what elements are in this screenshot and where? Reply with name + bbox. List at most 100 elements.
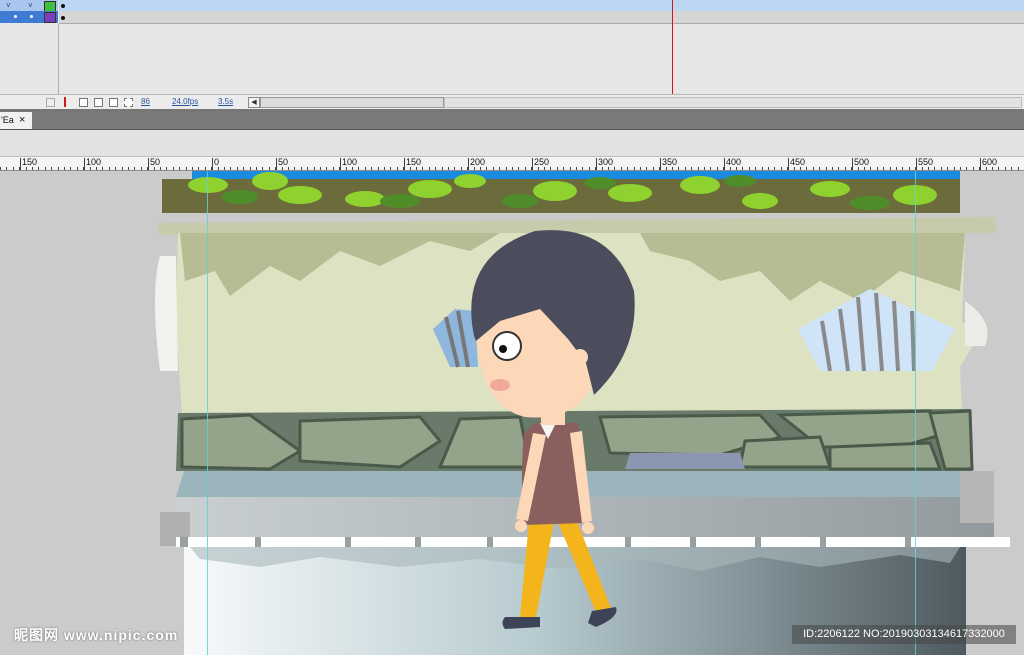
horizontal-ruler: 150 100 50 0 50 100 150 200 250 300 350 400 450 500 55…	[0, 157, 1024, 171]
keyframe-dot[interactable]	[61, 4, 65, 8]
ruler-minor-tick	[326, 167, 327, 170]
guide-line[interactable]	[915, 171, 916, 655]
ruler-minor-tick	[512, 167, 513, 170]
layer-list-empty-area	[0, 24, 59, 94]
ruler-minor-tick	[602, 167, 603, 170]
ruler-label: 550	[918, 157, 934, 167]
ruler-minor-tick	[851, 167, 852, 170]
edit-multiple-icon[interactable]	[109, 98, 118, 107]
ruler-minor-tick	[730, 167, 731, 170]
close-icon[interactable]: ×	[19, 112, 25, 129]
layer-controls[interactable]	[0, 11, 58, 23]
ruler-minor-tick	[710, 167, 711, 170]
ruler-minor-tick	[864, 167, 865, 170]
ruler-minor-tick	[525, 167, 526, 170]
lock-icon[interactable]: ˅	[28, 2, 33, 10]
ruler-minor-tick	[160, 167, 161, 170]
ruler-minor-tick	[621, 167, 622, 170]
ruler-minor-tick	[435, 167, 436, 170]
ruler-minor-tick	[51, 167, 52, 170]
ruler-minor-tick	[128, 167, 129, 170]
ruler-minor-tick	[653, 167, 654, 170]
ruler-minor-tick	[794, 167, 795, 170]
ruler-minor-tick	[806, 167, 807, 170]
ruler-minor-tick	[166, 167, 167, 170]
ruler-minor-tick	[224, 167, 225, 170]
wall-right-edge	[965, 301, 988, 346]
layer-color-swatch[interactable]	[44, 12, 56, 23]
ruler-minor-tick	[102, 167, 103, 170]
ruler-minor-tick	[582, 167, 583, 170]
ruler-major-tick	[852, 158, 853, 170]
ruler-minor-tick	[365, 167, 366, 170]
visibility-dot-icon[interactable]	[14, 15, 17, 18]
elapsed-time[interactable]: 3.5s	[218, 97, 233, 107]
ruler-minor-tick	[672, 167, 673, 170]
eye-icon[interactable]: ˅	[6, 2, 11, 10]
ruler-minor-tick	[698, 167, 699, 170]
playhead[interactable]	[672, 0, 673, 96]
ruler-minor-tick	[58, 167, 59, 170]
ruler-minor-tick	[32, 167, 33, 170]
ruler-major-tick	[340, 158, 341, 170]
current-frame[interactable]: 86	[141, 97, 150, 107]
ruler-minor-tick	[736, 167, 737, 170]
ruler-minor-tick	[339, 167, 340, 170]
ruler-minor-tick	[186, 167, 187, 170]
ruler-minor-tick	[237, 167, 238, 170]
ruler-minor-tick	[678, 167, 679, 170]
ruler-minor-tick	[691, 167, 692, 170]
ruler-minor-tick	[614, 167, 615, 170]
ruler-minor-tick	[320, 167, 321, 170]
ruler-minor-tick	[410, 167, 411, 170]
timeline-scrollbar-track[interactable]	[444, 97, 1022, 108]
scroll-left-arrow-icon[interactable]: ◀	[248, 97, 260, 108]
ruler-minor-tick	[531, 167, 532, 170]
ruler-minor-tick	[634, 167, 635, 170]
onion-outline-icon[interactable]	[94, 98, 103, 107]
ruler-minor-tick	[890, 167, 891, 170]
ruler-minor-tick	[90, 167, 91, 170]
guide-line[interactable]	[207, 171, 208, 655]
ruler-minor-tick	[147, 167, 148, 170]
ruler-minor-tick	[832, 167, 833, 170]
keyframe-dot[interactable]	[61, 16, 65, 20]
ruler-minor-tick	[928, 167, 929, 170]
ruler-minor-tick	[422, 167, 423, 170]
ruler-minor-tick	[307, 167, 308, 170]
ruler-minor-tick	[467, 167, 468, 170]
layer-row-selected[interactable]	[0, 11, 1024, 24]
ruler-minor-tick	[774, 167, 775, 170]
ruler-minor-tick	[954, 167, 955, 170]
ruler-minor-tick	[646, 167, 647, 170]
ruler-minor-tick	[902, 167, 903, 170]
playhead-marker-icon[interactable]	[64, 97, 66, 107]
ruler-minor-tick	[883, 167, 884, 170]
timeline-scrollbar-thumb[interactable]	[260, 97, 444, 108]
ruler-minor-tick	[256, 167, 257, 170]
ruler-minor-tick	[6, 167, 7, 170]
ruler-minor-tick	[576, 167, 577, 170]
ruler-major-tick	[404, 158, 405, 170]
onion-skin-icon[interactable]	[79, 98, 88, 107]
ruler-minor-tick	[288, 167, 289, 170]
document-tab[interactable]: 'Ea ×	[0, 112, 32, 129]
ruler-major-tick	[212, 158, 213, 170]
ruler-minor-tick	[333, 167, 334, 170]
onion-markers-icon[interactable]	[124, 98, 133, 107]
center-frame-icon[interactable]	[46, 98, 55, 107]
frame-rate[interactable]: 24.0fps	[172, 97, 198, 107]
ruler-minor-tick	[915, 167, 916, 170]
ruler-minor-tick	[243, 167, 244, 170]
stage-artwork[interactable]	[0, 171, 1024, 655]
frame-strip[interactable]	[59, 11, 1024, 24]
ruler-minor-tick	[589, 167, 590, 170]
ruler-major-tick	[20, 158, 21, 170]
lock-dot-icon[interactable]	[30, 15, 33, 18]
ruler-minor-tick	[218, 167, 219, 170]
ruler-minor-tick	[45, 167, 46, 170]
ruler-major-tick	[84, 158, 85, 170]
ruler-minor-tick	[768, 167, 769, 170]
ruler-minor-tick	[480, 167, 481, 170]
ruler-label: 0	[214, 157, 220, 167]
